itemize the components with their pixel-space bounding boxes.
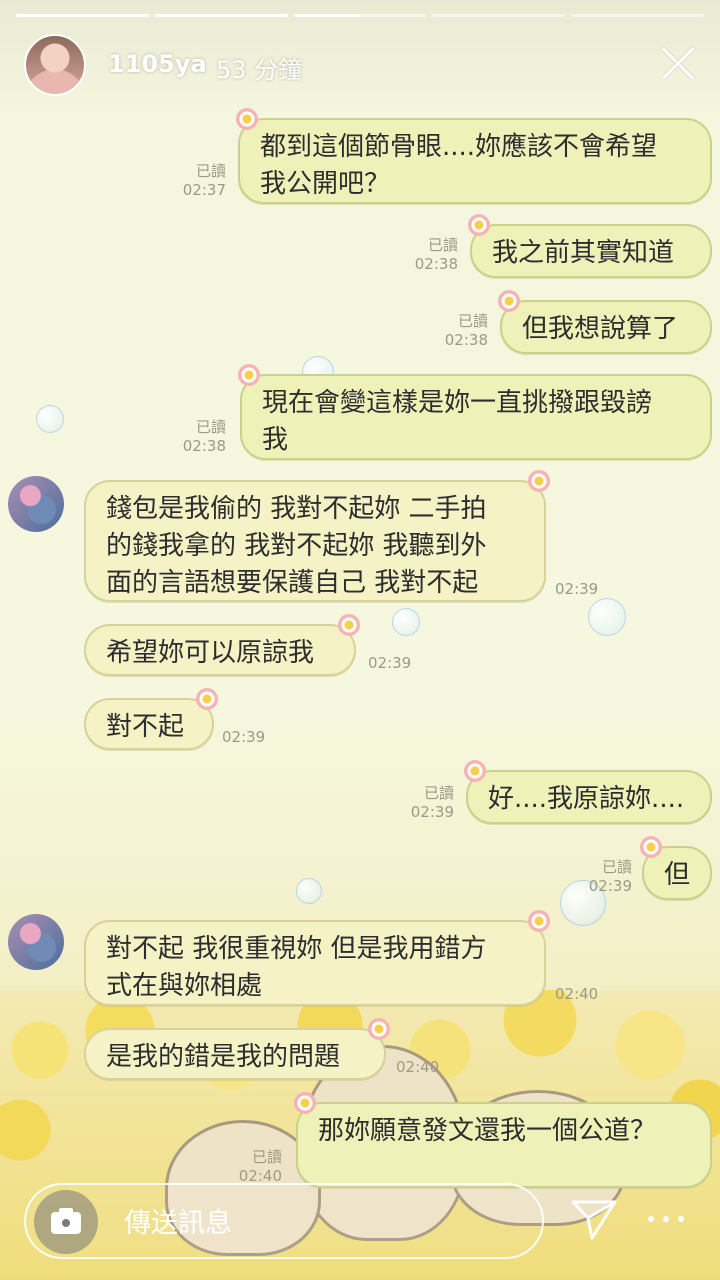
flower-decoration-icon bbox=[468, 214, 490, 236]
message-meta: 已讀 02:38 bbox=[402, 236, 458, 274]
message-text: 都到這個節骨眼....妳應該不會希望 我公開吧？ bbox=[260, 132, 658, 199]
message-meta: 已讀 02:40 bbox=[226, 1148, 282, 1186]
received-message-bubble: 錢包是我偷的 我對不起妳 二手拍 的錢我拿的 我對不起妳 我聽到外 面的言語想要… bbox=[84, 470, 550, 602]
message-text: 對不起 bbox=[106, 712, 185, 742]
flower-decoration-icon bbox=[528, 910, 550, 932]
decorative-bubble bbox=[296, 878, 322, 904]
flower-decoration-icon bbox=[196, 688, 218, 710]
message-timestamp: 02:39 bbox=[222, 728, 266, 746]
sent-message-bubble: 但 bbox=[640, 836, 712, 900]
message-meta: 02:40 bbox=[555, 985, 611, 1004]
message-timestamp: 02:38 bbox=[444, 331, 488, 349]
paper-plane-icon[interactable] bbox=[570, 1198, 618, 1242]
decorative-bubble bbox=[36, 405, 64, 433]
sender-avatar bbox=[8, 476, 64, 532]
received-message-bubble: 對不起 bbox=[84, 688, 218, 750]
message-timestamp: 02:39 bbox=[555, 580, 599, 598]
read-receipt: 已讀 bbox=[457, 312, 488, 330]
flower-decoration-icon bbox=[640, 836, 662, 858]
message-text: 錢包是我偷的 我對不起妳 二手拍 的錢我拿的 我對不起妳 我聽到外 面的言語想要… bbox=[106, 494, 487, 598]
message-meta: 已讀 02:38 bbox=[432, 312, 488, 350]
story-progress-bar bbox=[16, 14, 704, 17]
message-meta: 02:39 bbox=[368, 654, 424, 673]
read-receipt: 已讀 bbox=[251, 1148, 282, 1166]
read-receipt: 已讀 bbox=[423, 784, 454, 802]
story-progress-segment bbox=[16, 14, 149, 17]
read-receipt: 已讀 bbox=[601, 858, 632, 876]
sent-message-bubble: 那妳願意發文還我一個公道？ bbox=[294, 1092, 712, 1188]
message-timestamp: 02:38 bbox=[414, 255, 458, 273]
received-message-bubble: 是我的錯是我的問題 bbox=[84, 1018, 390, 1080]
message-text: 現在會變這樣是妳一直挑撥跟毀謗 我 bbox=[262, 388, 653, 455]
flower-decoration-icon bbox=[238, 364, 260, 386]
message-meta: 已讀 02:39 bbox=[398, 784, 454, 822]
send-message-input[interactable] bbox=[122, 1200, 526, 1246]
received-message-bubble: 希望妳可以原諒我 bbox=[84, 614, 360, 676]
message-timestamp: 02:37 bbox=[182, 181, 226, 199]
message-timestamp: 02:39 bbox=[368, 654, 412, 672]
message-meta: 已讀 02:39 bbox=[576, 858, 632, 896]
sent-message-bubble: 我之前其實知道 bbox=[468, 214, 712, 278]
message-text: 但我想說算了 bbox=[522, 314, 679, 344]
flower-decoration-icon bbox=[368, 1018, 390, 1040]
message-timestamp: 02:40 bbox=[555, 985, 599, 1003]
message-text: 但 bbox=[664, 860, 691, 890]
sent-message-bubble: 現在會變這樣是妳一直挑撥跟毀謗 我 bbox=[238, 364, 712, 460]
story-time-ago: 53 分鐘 bbox=[216, 56, 303, 84]
flower-decoration-icon bbox=[528, 470, 550, 492]
story-progress-segment bbox=[432, 14, 566, 17]
read-receipt: 已讀 bbox=[195, 418, 226, 436]
story-progress-segment bbox=[293, 14, 427, 17]
sender-avatar bbox=[8, 914, 64, 970]
flower-decoration-icon bbox=[236, 108, 258, 130]
message-meta: 02:39 bbox=[222, 728, 278, 747]
message-text: 我之前其實知道 bbox=[492, 238, 675, 268]
message-timestamp: 02:39 bbox=[588, 877, 632, 895]
message-text: 那妳願意發文還我一個公道？ bbox=[318, 1116, 657, 1146]
close-icon[interactable] bbox=[658, 44, 698, 84]
flower-decoration-icon bbox=[464, 760, 486, 782]
message-timestamp: 02:38 bbox=[182, 437, 226, 455]
read-receipt: 已讀 bbox=[195, 162, 226, 180]
message-timestamp: 02:40 bbox=[396, 1058, 440, 1076]
sent-message-bubble: 好....我原諒妳.... bbox=[464, 760, 712, 824]
message-text: 對不起 我很重視妳 但是我用錯方 式在與妳相處 bbox=[106, 934, 487, 1001]
message-meta: 02:40 bbox=[396, 1058, 452, 1077]
profile-avatar[interactable] bbox=[24, 34, 86, 96]
story-progress-segment bbox=[154, 14, 288, 17]
story-progress-segment bbox=[571, 14, 704, 17]
story-username[interactable]: 1105ya bbox=[108, 50, 207, 78]
message-timestamp: 02:39 bbox=[410, 803, 454, 821]
decorative-bubble bbox=[588, 598, 626, 636]
decorative-bubble bbox=[392, 608, 420, 636]
message-meta: 02:39 bbox=[555, 580, 611, 599]
sent-message-bubble: 都到這個節骨眼....妳應該不會希望 我公開吧？ bbox=[236, 108, 712, 204]
message-meta: 已讀 02:38 bbox=[170, 418, 226, 456]
more-dots-icon[interactable] bbox=[648, 1212, 684, 1226]
message-meta: 已讀 02:37 bbox=[170, 162, 226, 200]
camera-icon[interactable] bbox=[34, 1190, 98, 1254]
message-text: 好....我原諒妳.... bbox=[488, 784, 685, 814]
sent-message-bubble: 但我想說算了 bbox=[498, 290, 712, 354]
received-message-bubble: 對不起 我很重視妳 但是我用錯方 式在與妳相處 bbox=[84, 910, 550, 1006]
flower-decoration-icon bbox=[338, 614, 360, 636]
flower-decoration-icon bbox=[498, 290, 520, 312]
flower-decoration-icon bbox=[294, 1092, 316, 1114]
message-text: 希望妳可以原諒我 bbox=[106, 638, 315, 668]
message-text: 是我的錯是我的問題 bbox=[106, 1042, 341, 1072]
read-receipt: 已讀 bbox=[427, 236, 458, 254]
